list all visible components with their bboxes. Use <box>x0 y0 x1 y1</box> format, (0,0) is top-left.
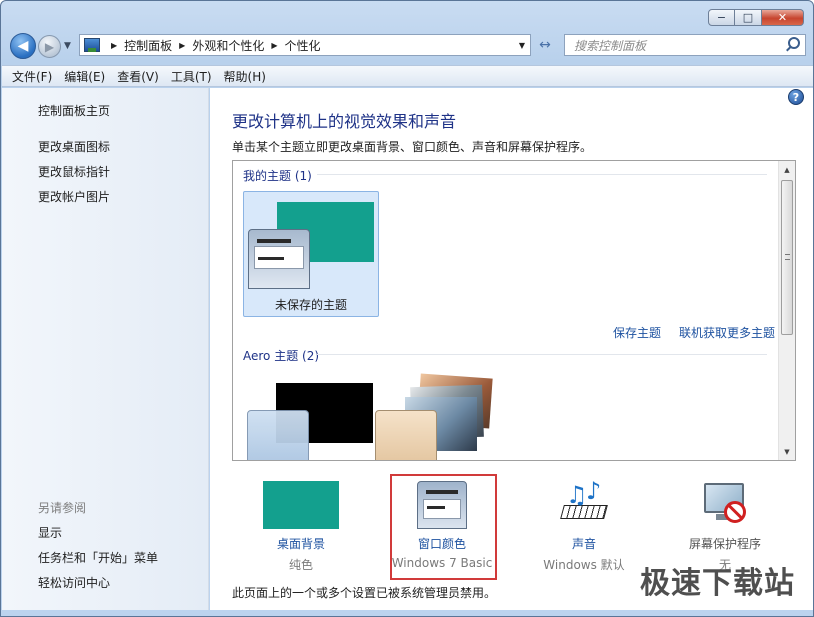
desktop-background-icon <box>263 481 339 529</box>
breadcrumb-separator[interactable]: ▶ <box>179 41 185 50</box>
group-divider <box>317 174 767 175</box>
music-note-shape: ♪ <box>586 477 602 505</box>
watermark: 极速下载站 <box>640 566 795 601</box>
page-subtitle: 单击某个主题立即更改桌面背景、窗口颜色、声音和屏幕保护程序。 <box>232 140 593 154</box>
scroll-thumb[interactable] <box>781 180 793 335</box>
help-icon[interactable]: ? <box>788 89 804 105</box>
sidebar-link-display[interactable]: 显示 <box>38 524 62 541</box>
get-more-themes-link[interactable]: 联机获取更多主题 <box>679 324 775 341</box>
task-pane: 控制面板主页 更改桌面图标 更改鼠标指针 更改帐户图片 另请参阅 显示 任务栏和… <box>2 88 209 610</box>
sidebar-link-ease-of-access[interactable]: 轻松访问中心 <box>38 574 110 591</box>
breadcrumb-personalization[interactable]: 个性化 <box>285 37 321 54</box>
no-entry-icon <box>724 501 746 523</box>
recent-pages-dropdown[interactable]: ▼ <box>64 41 71 51</box>
menu-file[interactable]: 文件(F) <box>12 68 52 85</box>
theme-list-scrollbar[interactable]: ▲ ▼ <box>778 161 795 460</box>
search-icon[interactable] <box>788 37 800 49</box>
option-desktop-background[interactable]: 桌面背景 纯色 <box>241 481 361 573</box>
address-bar[interactable]: ▶ 控制面板 ▶ 外观和个性化 ▶ 个性化 ▼ <box>79 34 531 56</box>
save-theme-link[interactable]: 保存主题 <box>613 324 661 341</box>
menu-edit[interactable]: 编辑(E) <box>64 68 105 85</box>
breadcrumb-separator[interactable]: ▶ <box>271 41 277 50</box>
see-also-header: 另请参阅 <box>38 501 87 515</box>
scroll-up-arrow-icon[interactable]: ▲ <box>779 161 795 178</box>
option-label[interactable]: 桌面背景 <box>241 535 361 552</box>
menu-view[interactable]: 查看(V) <box>117 68 159 85</box>
theme-window-thumbnail <box>248 229 310 289</box>
sidebar-link-taskbar[interactable]: 任务栏和「开始」菜单 <box>38 549 158 566</box>
sidebar-link-desktop-icons[interactable]: 更改桌面图标 <box>38 138 110 155</box>
breadcrumb: ▶ 控制面板 ▶ 外观和个性化 ▶ 个性化 <box>104 37 321 54</box>
back-button[interactable]: ◀ <box>10 33 36 59</box>
admin-disabled-note: 此页面上的一个或多个设置已被系统管理员禁用。 <box>232 586 497 600</box>
theme-list: 我的主题 (1) 未保存的主题 保存主题 联机获取更多主题 Aero 主题 (2… <box>232 160 796 461</box>
aero-themes-group-label: Aero 主题 (2) <box>243 349 320 363</box>
scroll-down-arrow-icon[interactable]: ▼ <box>779 443 795 460</box>
option-value: 纯色 <box>288 558 313 572</box>
maximize-button[interactable]: □ <box>735 9 762 26</box>
theme-window-thumbnail <box>247 410 309 460</box>
screen-saver-icon <box>700 481 750 529</box>
menu-bar: 文件(F) 编辑(E) 查看(V) 工具(T) 帮助(H) <box>2 65 813 87</box>
close-button[interactable]: ✕ <box>762 9 804 26</box>
sidebar-link-account-picture[interactable]: 更改帐户图片 <box>38 188 110 205</box>
theme-window-thumbnail <box>375 410 437 460</box>
breadcrumb-appearance[interactable]: 外观和个性化 <box>192 37 264 54</box>
page-title: 更改计算机上的视觉效果和声音 <box>232 112 457 131</box>
no-entry-slash <box>727 504 743 519</box>
menu-tools[interactable]: 工具(T) <box>171 68 212 85</box>
theme-tile-unsaved[interactable]: 未保存的主题 <box>243 191 379 317</box>
theme-name: 未保存的主题 <box>274 298 347 312</box>
forward-button[interactable]: ▶ <box>38 35 61 58</box>
sidebar-link-mouse-pointers[interactable]: 更改鼠标指针 <box>38 163 110 180</box>
music-note-shape: ♫ <box>566 481 588 509</box>
refresh-button[interactable]: ↔ <box>533 34 557 56</box>
group-divider <box>317 354 767 355</box>
main-content: ? 更改计算机上的视觉效果和声音 单击某个主题立即更改桌面背景、窗口颜色、声音和… <box>210 88 813 610</box>
address-dropdown-icon[interactable]: ▼ <box>519 41 525 50</box>
option-label[interactable]: 声音 <box>524 535 644 552</box>
option-sounds[interactable]: ♫ ♪ 声音 Windows 默认 <box>524 477 644 573</box>
control-panel-icon <box>84 38 100 52</box>
search-icon-wrap <box>564 34 806 56</box>
my-themes-group-label: 我的主题 (1) <box>243 169 312 183</box>
breadcrumb-separator[interactable]: ▶ <box>111 41 117 50</box>
window-frame: − □ ✕ ◀ ▶ ▼ ▶ 控制面板 ▶ 外观和个性化 ▶ 个性化 ▼ ↔ 搜索… <box>0 0 814 617</box>
scroll-grip-icon <box>785 254 790 260</box>
theme-links: 保存主题 联机获取更多主题 <box>613 324 775 341</box>
sounds-icon: ♫ ♪ <box>556 477 612 529</box>
option-value: Windows 默认 <box>543 558 625 572</box>
thumb-titlebar <box>257 239 291 243</box>
theme-tile-aero-2[interactable] <box>375 373 511 460</box>
option-label[interactable]: 屏幕保护程序 <box>665 535 785 552</box>
sidebar-link-control-panel-home[interactable]: 控制面板主页 <box>38 102 110 119</box>
menu-help[interactable]: 帮助(H) <box>224 68 266 85</box>
breadcrumb-control-panel[interactable]: 控制面板 <box>124 37 172 54</box>
theme-tile-aero-1[interactable] <box>243 377 379 460</box>
thumb-window-line <box>258 257 284 260</box>
caption-buttons: − □ ✕ <box>708 9 804 26</box>
minimize-button[interactable]: − <box>708 9 735 26</box>
annotation-highlight-box <box>390 474 497 580</box>
